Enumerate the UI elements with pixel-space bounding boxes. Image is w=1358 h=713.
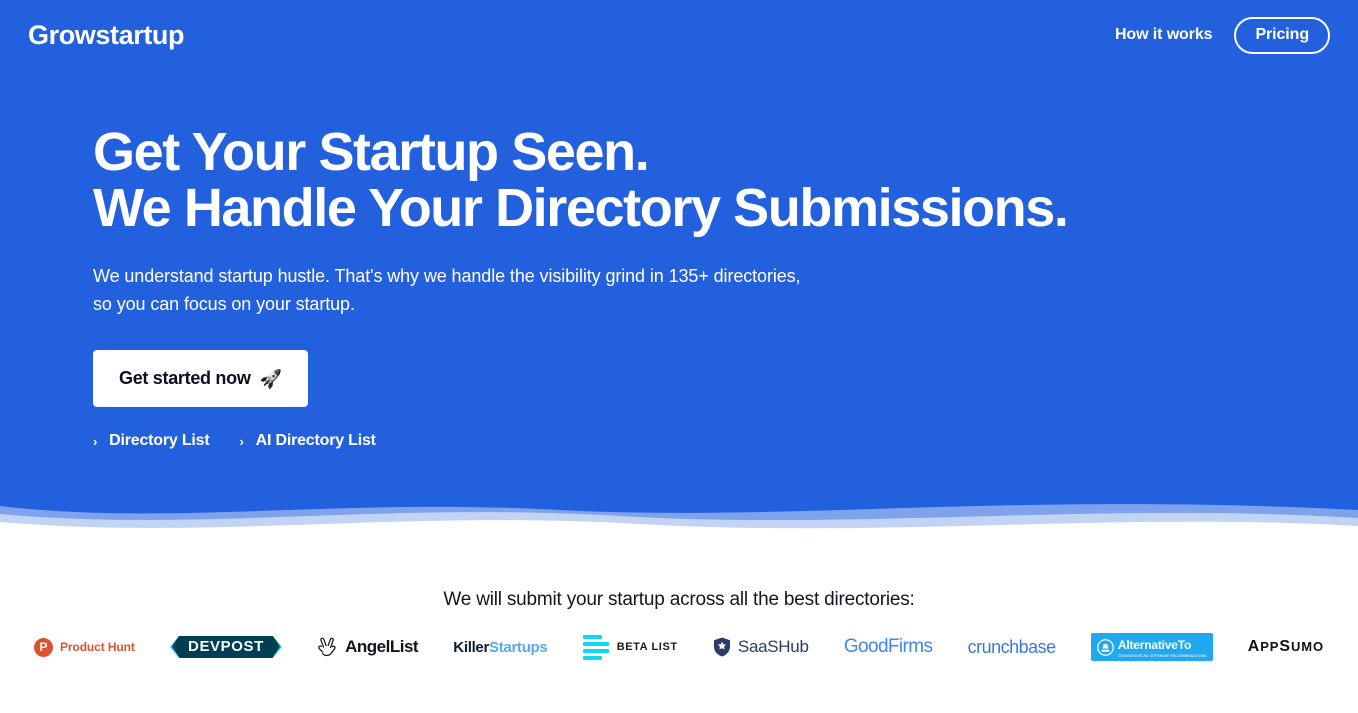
logo-appsumo[interactable]: APPSUMO [1248, 631, 1324, 663]
killerstartups-label-part2: Startups [489, 638, 548, 656]
hero-subtitle: We understand startup hustle. That's why… [93, 262, 1273, 318]
logo-angellist[interactable]: AngelList [317, 631, 419, 663]
chevron-right-icon: › [239, 433, 244, 449]
devpost-label: DEVPOST [172, 633, 280, 660]
hero-content: Get Your Startup Seen. We Handle Your Di… [93, 124, 1273, 450]
goodfirms-label: GoodFirms [843, 636, 933, 657]
page-title: Get Your Startup Seen. We Handle Your Di… [93, 124, 1273, 236]
chevron-right-icon: › [93, 433, 98, 449]
nav-button-pricing[interactable]: Pricing [1234, 16, 1330, 54]
appsumo-pp: PP [1260, 639, 1280, 654]
logo-killerstartups[interactable]: KillerStartups [453, 631, 547, 663]
killerstartups-label-part1: Killer [453, 638, 490, 656]
alternativeto-tagline: CROWDSOURCED SOFTWARE RECOMMENDATIONS [1117, 654, 1207, 658]
headline-line-1: Get Your Startup Seen. [93, 122, 650, 182]
alternativeto-icon [1097, 638, 1114, 656]
appsumo-s: S [1279, 638, 1291, 655]
link-directory-list-label: Directory List [109, 432, 210, 449]
appsumo-label: APPSUMO [1248, 638, 1324, 656]
product-hunt-icon: P [34, 637, 53, 657]
crunchbase-label: crunchbase [967, 636, 1057, 657]
logo-devpost[interactable]: DEVPOST [170, 631, 282, 663]
devpost-badge: DEVPOST [170, 636, 282, 658]
logo-alternativeto[interactable]: AlternativeTo CROWDSOURCED SOFTWARE RECO… [1090, 631, 1213, 663]
logo-crunchbase[interactable]: crunchbase [967, 631, 1057, 663]
nav-link-how-it-works[interactable]: How it works [1115, 26, 1213, 44]
logo-beta-list[interactable]: BETA LIST [582, 631, 678, 663]
get-started-button[interactable]: Get started now 🚀 [93, 350, 308, 407]
shield-star-icon [713, 637, 730, 657]
brand-logo[interactable]: Growstartup [28, 21, 185, 49]
directories-section: We will submit your startup across all t… [0, 540, 1358, 713]
saashub-label: SaaSHub [737, 637, 809, 656]
peace-hand-icon [318, 637, 336, 657]
product-hunt-label: Product Hunt [60, 640, 135, 654]
beta-list-icon [582, 634, 609, 660]
headline-line-2: We Handle Your Directory Submissions. [93, 178, 1069, 238]
link-directory-list[interactable]: › Directory List [93, 432, 210, 450]
appsumo-a: A [1247, 638, 1261, 655]
hero-quick-links: › Directory List › AI Directory List [93, 432, 1273, 450]
appsumo-umo: UMO [1290, 639, 1324, 654]
wave-divider [0, 504, 1358, 540]
hero-section: Growstartup How it works Pricing Get You… [0, 0, 1358, 540]
get-started-label: Get started now [119, 368, 251, 388]
logo-goodfirms[interactable]: GoodFirms [844, 631, 933, 663]
subtitle-line-2: so you can focus on your startup. [93, 294, 355, 314]
alternativeto-label: AlternativeTo [1117, 638, 1192, 652]
logo-saashub[interactable]: SaaSHub [713, 631, 809, 663]
directory-logo-row: P Product Hunt DEVPOST AngelList KillerS… [0, 631, 1358, 663]
link-ai-directory-list-label: AI Directory List [255, 432, 376, 449]
top-navigation: Growstartup How it works Pricing [0, 0, 1358, 70]
page-root: Growstartup How it works Pricing Get You… [0, 0, 1358, 713]
link-ai-directory-list[interactable]: › AI Directory List [239, 432, 376, 450]
subtitle-line-1: We understand startup hustle. That's why… [93, 266, 801, 286]
angellist-label: AngelList [345, 637, 419, 656]
beta-list-label: BETA LIST [616, 641, 678, 653]
directories-heading: We will submit your startup across all t… [443, 589, 915, 610]
logo-product-hunt[interactable]: P Product Hunt [34, 631, 135, 663]
rocket-icon: 🚀 [259, 368, 282, 389]
nav-links: How it works Pricing [1115, 16, 1330, 54]
